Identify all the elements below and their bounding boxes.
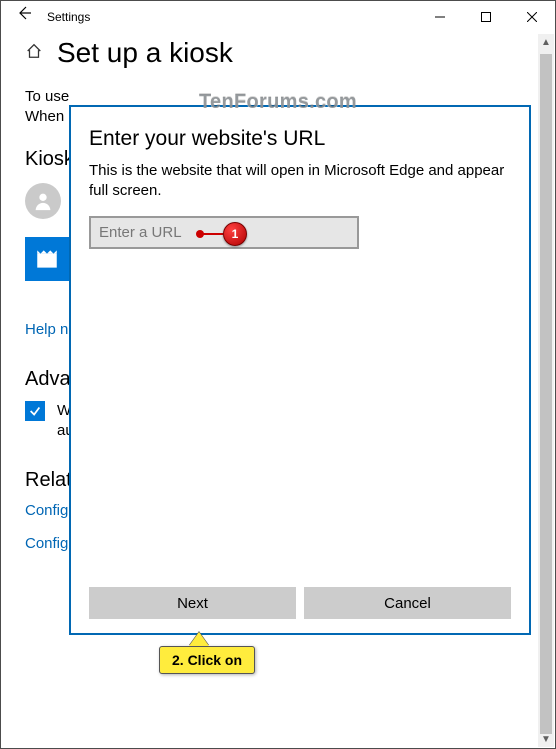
window-controls [417, 1, 555, 33]
home-icon[interactable] [25, 42, 43, 65]
kiosk-url-dialog: Enter your website's URL This is the web… [69, 105, 531, 635]
minimize-button[interactable] [417, 1, 463, 33]
dialog-description: This is the website that will open in Mi… [89, 161, 511, 202]
url-input[interactable] [89, 216, 359, 249]
cancel-button[interactable]: Cancel [304, 587, 511, 619]
dialog-title: Enter your website's URL [89, 127, 511, 151]
scroll-thumb[interactable] [540, 54, 552, 734]
scroll-down-arrow-icon[interactable]: ▼ [538, 731, 554, 747]
avatar-icon [25, 183, 61, 219]
callout-label-2: 2. Click on [159, 646, 255, 674]
next-button[interactable]: Next [89, 587, 296, 619]
vertical-scrollbar[interactable]: ▲ ▼ [538, 34, 554, 747]
scroll-up-arrow-icon[interactable]: ▲ [538, 34, 554, 50]
back-button[interactable] [1, 1, 47, 33]
window-title: Settings [47, 10, 90, 24]
titlebar: Settings [1, 1, 555, 33]
checkbox-checked-icon[interactable] [25, 401, 45, 421]
page-title: Set up a kiosk [57, 37, 233, 69]
kiosk-app-tile[interactable] [25, 237, 69, 281]
close-button[interactable] [509, 1, 555, 33]
maximize-button[interactable] [463, 1, 509, 33]
annotation-step-2: 2. Click on [159, 632, 255, 674]
dialog-button-row: Next Cancel [89, 587, 511, 619]
settings-window: Settings ▲ ▼ Set up a kiosk To use When … [0, 0, 556, 749]
clapperboard-icon [34, 246, 60, 272]
